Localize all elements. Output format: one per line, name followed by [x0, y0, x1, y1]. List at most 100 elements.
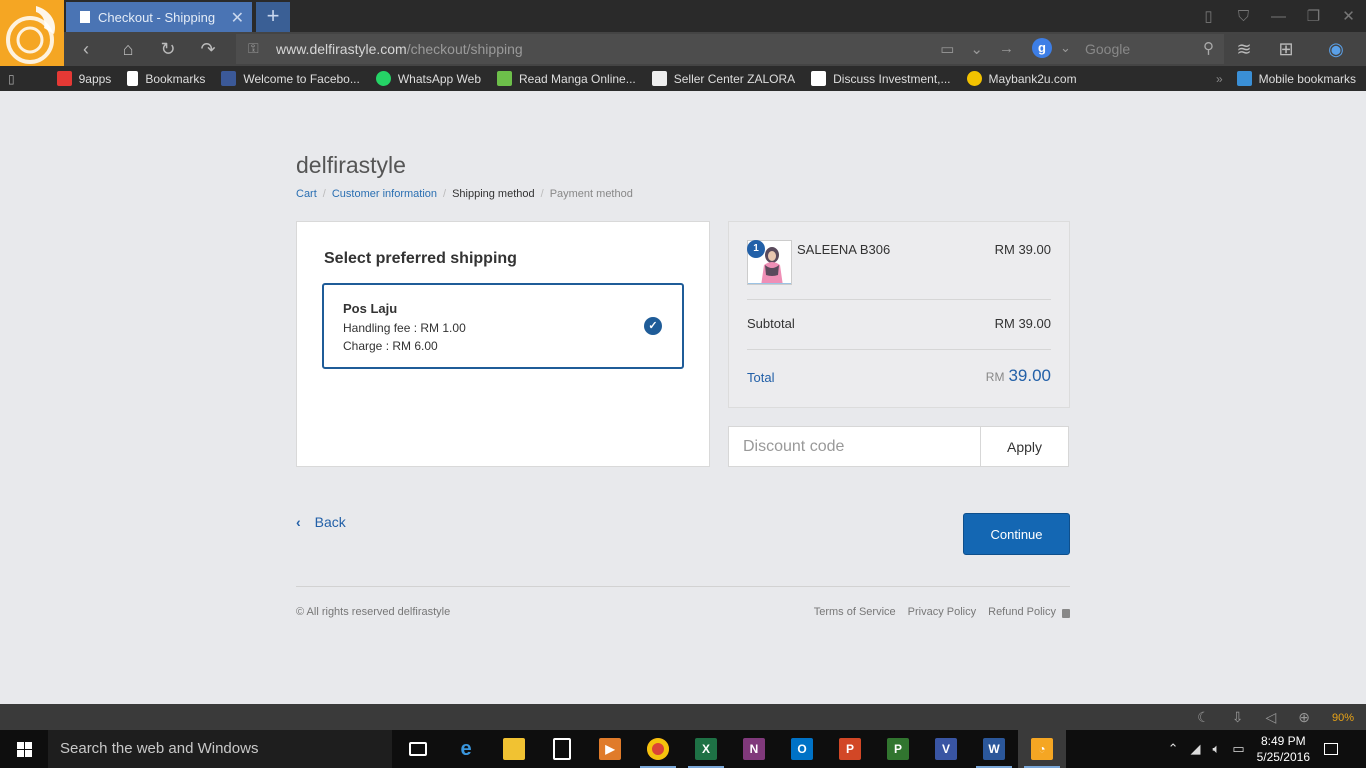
- back-arrow-icon[interactable]: ‹: [72, 37, 100, 61]
- back-link[interactable]: ‹ Back: [296, 514, 346, 530]
- bookmark-item[interactable]: Bookmarks: [127, 71, 205, 86]
- manga-icon: [497, 71, 512, 86]
- bookmark-item[interactable]: Read Manga Online...: [497, 71, 636, 86]
- address-bar[interactable]: ⚿ www.delfirastyle.com/checkout/shipping…: [236, 34, 1028, 64]
- menu-icon[interactable]: ◉: [1322, 37, 1350, 61]
- browser-nav-bar: ‹ ⌂ ↻ ↷ ⚿ www.delfirastyle.com/checkout/…: [0, 32, 1366, 66]
- chevron-up-icon[interactable]: ⌃: [1168, 741, 1179, 757]
- whatsapp-icon: [375, 71, 391, 86]
- windows-taskbar: Search the web and Windows e ▶ X N O P P…: [0, 730, 1366, 768]
- clock[interactable]: 8:49 PM 5/25/2016: [1257, 733, 1310, 765]
- task-view-button[interactable]: [394, 730, 442, 768]
- product-name: SALEENA B306: [797, 242, 891, 257]
- bookmark-item[interactable]: WhatsApp Web: [375, 71, 481, 86]
- edge-icon: e: [460, 738, 472, 760]
- breadcrumb-separator: /: [540, 188, 544, 200]
- new-tab-button[interactable]: +: [256, 2, 290, 32]
- shipping-option-pos-laju[interactable]: Pos Laju Handling fee : RM 1.00 Charge :…: [322, 283, 684, 369]
- site-info-icon[interactable]: ⚿: [248, 40, 259, 57]
- chevron-left-icon: ‹: [296, 514, 301, 530]
- continue-button[interactable]: Continue: [963, 513, 1070, 555]
- bookmark-item[interactable]: Discuss Investment,...: [811, 71, 951, 86]
- volume-icon[interactable]: ◁: [1265, 709, 1276, 726]
- refund-policy-link[interactable]: Refund Policy: [988, 606, 1056, 618]
- close-tab-icon[interactable]: ✕: [231, 8, 244, 28]
- start-button[interactable]: [0, 730, 48, 768]
- action-center-icon[interactable]: [1324, 743, 1338, 755]
- chrome-icon: [647, 738, 669, 760]
- engine-dropdown-icon[interactable]: ⌄: [1060, 40, 1071, 56]
- discount-form: Apply: [728, 426, 1069, 467]
- checkmark-icon[interactable]: ✓: [644, 317, 662, 335]
- shop-name[interactable]: delfirastyle: [296, 152, 406, 179]
- subtotal-label: Subtotal: [747, 316, 795, 331]
- overflow-icon[interactable]: »: [1216, 72, 1223, 86]
- speaker-icon[interactable]: 🔈︎: [1213, 741, 1221, 757]
- url-text[interactable]: www.delfirastyle.com/checkout/shipping: [276, 41, 523, 57]
- breadcrumb-customer-information[interactable]: Customer information: [332, 188, 437, 200]
- store-button[interactable]: [538, 730, 586, 768]
- breadcrumb-separator: /: [322, 188, 326, 200]
- chrome-button[interactable]: [634, 730, 682, 768]
- product-price: RM 39.00: [994, 242, 1051, 257]
- search-placeholder: Google: [1085, 41, 1131, 57]
- search-icon[interactable]: ⚲: [1203, 39, 1214, 57]
- taskbar-search[interactable]: Search the web and Windows: [48, 730, 392, 768]
- checkout-page: delfirastyle Cart / Customer information…: [0, 91, 1366, 704]
- apps-grid-icon[interactable]: ⊞: [1272, 37, 1300, 61]
- dropdown-chevron-icon[interactable]: ⌄: [970, 40, 983, 58]
- uc-browser-logo[interactable]: [0, 0, 64, 66]
- forward-arrow-icon[interactable]: ↷: [194, 37, 222, 61]
- subtotal-value: RM 39.00: [994, 316, 1051, 331]
- total-value: RM 39.00: [986, 366, 1051, 386]
- footer-links: Terms of Service Privacy Policy Refund P…: [802, 606, 1070, 618]
- wifi-icon[interactable]: ≋: [1230, 37, 1258, 61]
- tab-checkout-shipping[interactable]: Checkout - Shipping m ✕: [66, 2, 252, 32]
- shipping-panel: Select preferred shipping Pos Laju Handl…: [296, 221, 710, 467]
- breadcrumb-cart[interactable]: Cart: [296, 188, 317, 200]
- system-tray: ⌃ ◢ 🔈︎ ▭ 8:49 PM 5/25/2016: [1168, 730, 1366, 768]
- reload-icon[interactable]: ↻: [154, 37, 182, 61]
- skin-icon[interactable]: ⛉: [1226, 0, 1261, 32]
- visio-button[interactable]: V: [922, 730, 970, 768]
- copyright: © All rights reserved delfirastyle: [296, 606, 451, 618]
- outlook-button[interactable]: O: [778, 730, 826, 768]
- sidebar-toggle-icon[interactable]: ▯: [1191, 0, 1226, 32]
- edge-button[interactable]: e: [442, 730, 490, 768]
- visio-icon: V: [935, 738, 957, 760]
- bookmark-item[interactable]: 9apps: [56, 71, 111, 86]
- go-arrow-icon[interactable]: →: [999, 40, 1014, 58]
- reader-mode-icon[interactable]: ▭: [940, 40, 954, 58]
- search-box[interactable]: g ⌄ Google ⚲: [1028, 34, 1224, 64]
- bookmark-item[interactable]: Maybank2u.com: [966, 71, 1077, 86]
- keyboard-icon[interactable]: ▭: [1232, 741, 1244, 757]
- privacy-policy-link[interactable]: Privacy Policy: [908, 606, 976, 618]
- bookmark-item[interactable]: Welcome to Facebo...: [221, 71, 360, 86]
- book-icon[interactable]: ▯: [8, 72, 15, 86]
- media-player-button[interactable]: ▶: [586, 730, 634, 768]
- terms-of-service-link[interactable]: Terms of Service: [814, 606, 896, 618]
- mobile-bookmarks[interactable]: » Mobile bookmarks: [1216, 71, 1356, 86]
- project-button[interactable]: P: [874, 730, 922, 768]
- bookmark-item[interactable]: Seller Center ZALORA: [651, 71, 795, 86]
- download-icon[interactable]: ⇩: [1232, 709, 1244, 726]
- powerpoint-button[interactable]: P: [826, 730, 874, 768]
- zoom-level[interactable]: 90%: [1332, 712, 1354, 724]
- uc-browser-button[interactable]: ◔: [1018, 730, 1066, 768]
- network-icon[interactable]: ◢: [1191, 741, 1201, 757]
- zoom-icon[interactable]: ⊕: [1298, 709, 1310, 726]
- apply-button[interactable]: Apply: [981, 427, 1068, 466]
- home-icon[interactable]: ⌂: [114, 37, 142, 61]
- file-explorer-button[interactable]: [490, 730, 538, 768]
- discount-code-input[interactable]: [729, 427, 981, 466]
- powerpoint-icon: P: [839, 738, 861, 760]
- word-button[interactable]: W: [970, 730, 1018, 768]
- minimize-icon[interactable]: —: [1261, 0, 1296, 32]
- onenote-button[interactable]: N: [730, 730, 778, 768]
- restore-icon[interactable]: ❐: [1296, 0, 1331, 32]
- search-engine-icon[interactable]: g: [1032, 38, 1052, 58]
- breadcrumb-separator: /: [443, 188, 447, 200]
- close-window-icon[interactable]: ✕: [1331, 0, 1366, 32]
- excel-button[interactable]: X: [682, 730, 730, 768]
- night-mode-icon[interactable]: ☾: [1197, 709, 1210, 726]
